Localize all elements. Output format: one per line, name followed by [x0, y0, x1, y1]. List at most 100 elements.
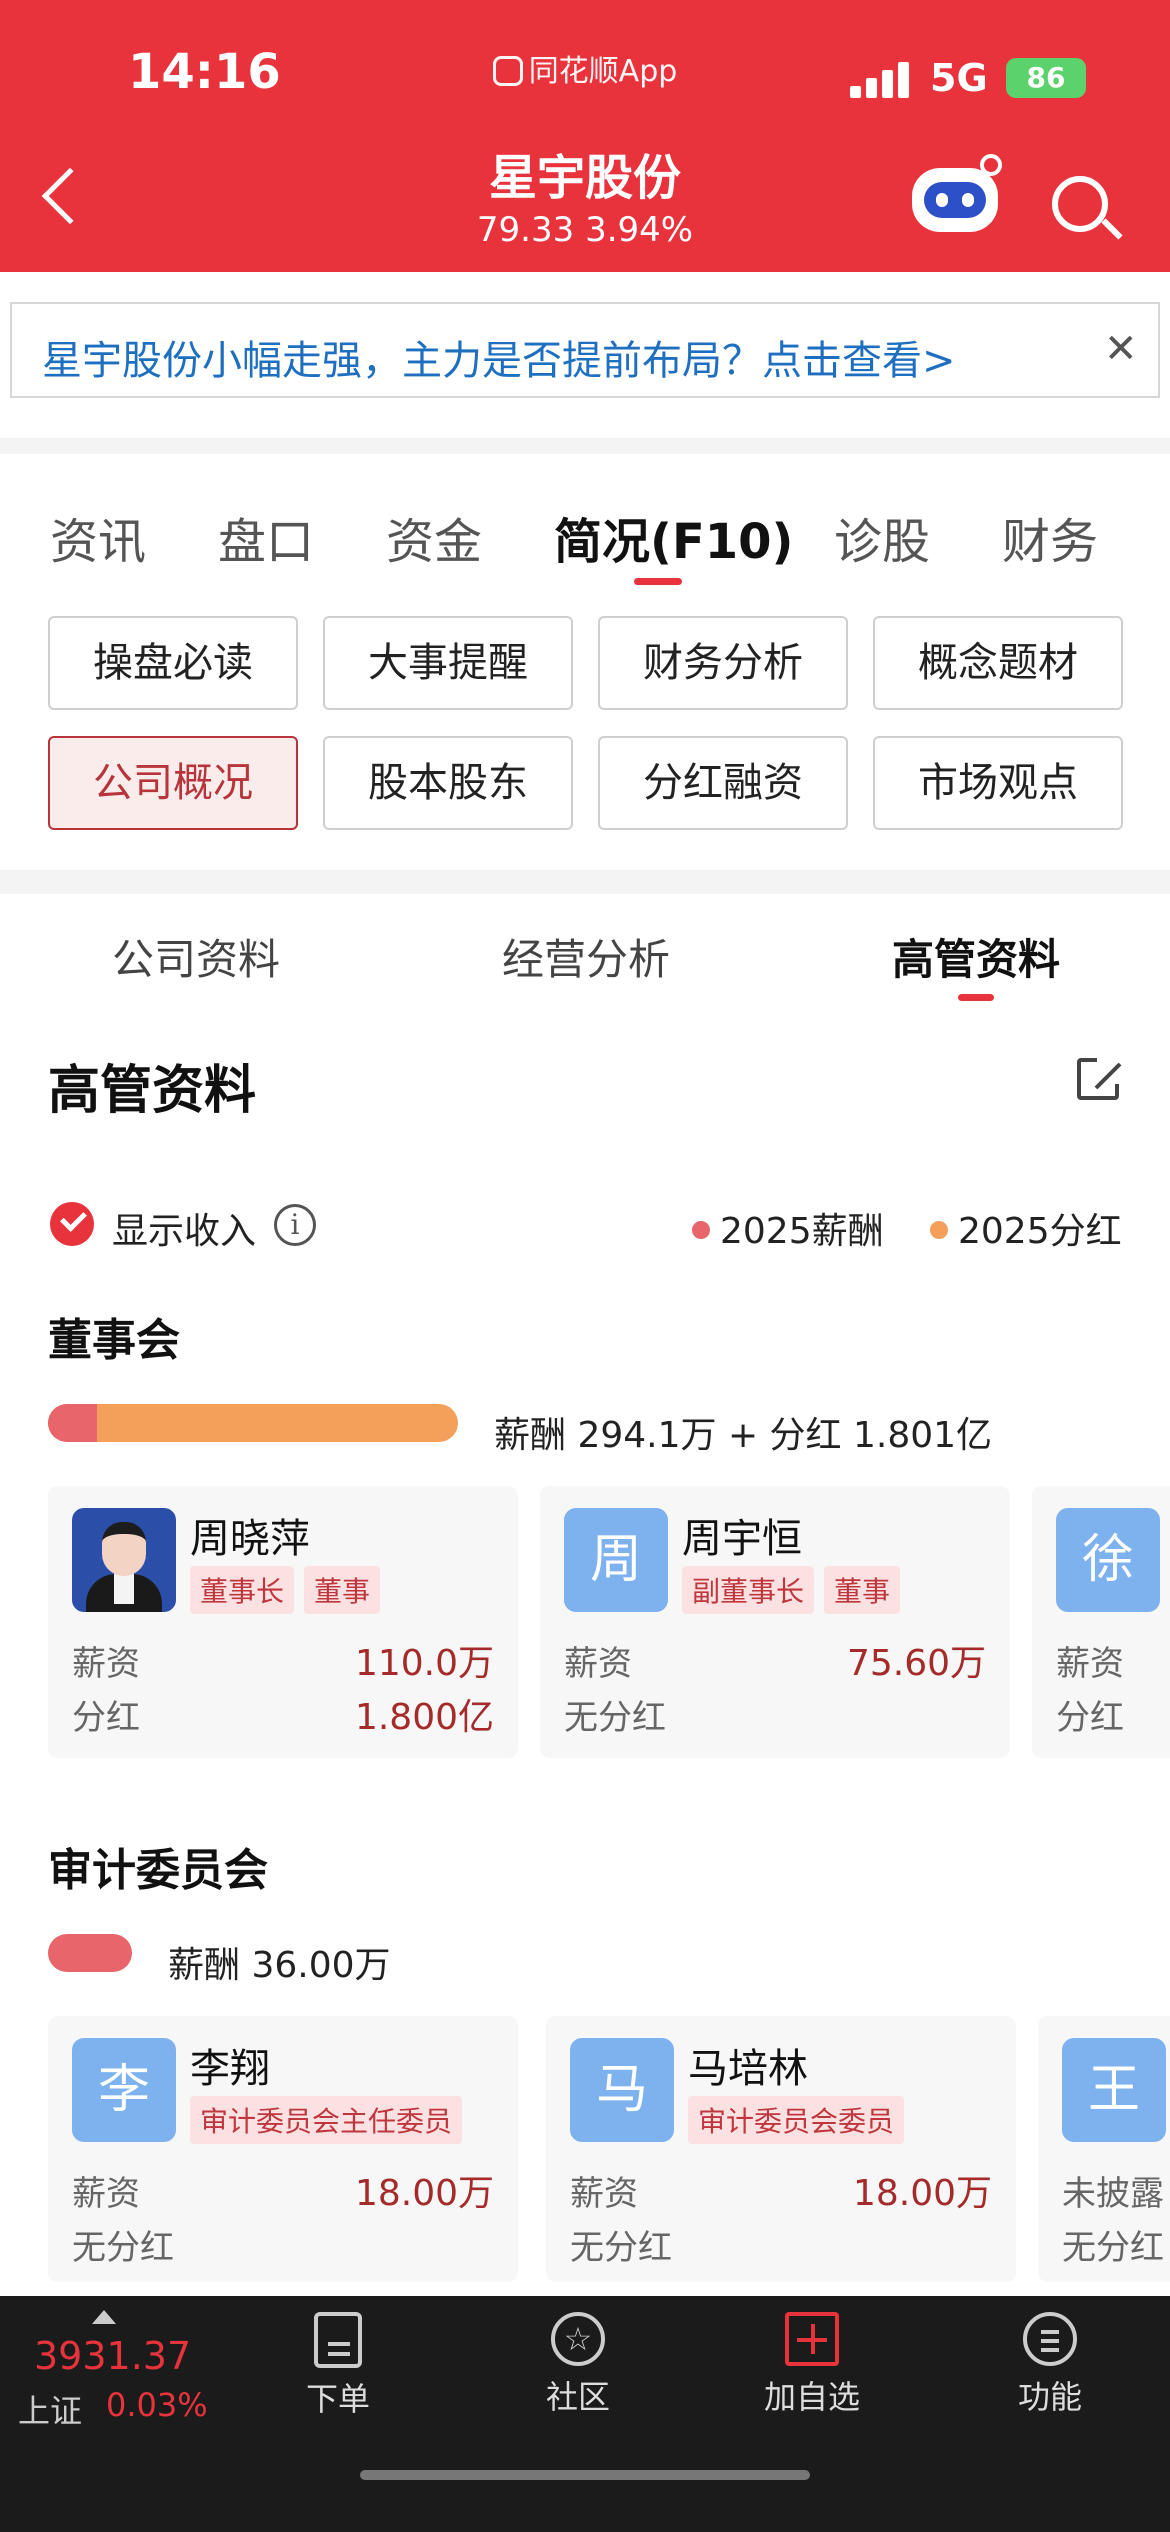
dividend-label: 分红: [72, 1698, 140, 1738]
grid-button-financial-analysis[interactable]: 财务分析: [598, 616, 848, 710]
nav-add-watchlist[interactable]: 加自选: [742, 2312, 882, 2432]
info-icon[interactable]: i: [274, 1204, 316, 1246]
nav-order[interactable]: 下单: [268, 2312, 408, 2432]
subtab-executives[interactable]: 高管资料: [892, 926, 1060, 987]
nav-community[interactable]: 社区: [508, 2312, 648, 2432]
legend-dividend: 2025分红: [930, 1202, 1122, 1254]
avatar: 徐: [1056, 1508, 1160, 1612]
role-tags: 副董事长 董事: [682, 1566, 910, 1614]
close-icon[interactable]: ✕: [1104, 326, 1138, 372]
active-tab-indicator: [634, 578, 682, 585]
salary-value: 18.00万: [852, 2173, 992, 2214]
dividend-label: 无分红: [72, 2228, 174, 2268]
nav-label: 社区: [545, 2378, 610, 2416]
main-tabs: 资讯 盘口 资金 简况(F10) 诊股 财务: [0, 438, 1170, 585]
news-banner[interactable]: 星宇股份小幅走强，主力是否提前布局？点击查看> ✕: [10, 302, 1160, 398]
executive-name: 马培林: [688, 2046, 808, 2092]
role-tag: 董事: [304, 1566, 381, 1614]
salary-segment: [48, 1404, 98, 1442]
dividend-label: 无分红: [1062, 2228, 1164, 2268]
legend-salary: 2025薪酬: [692, 1202, 884, 1254]
status-indicators: 5G 86: [850, 56, 1090, 100]
avatar: 李: [72, 2038, 176, 2142]
subtab-business-analysis[interactable]: 经营分析: [502, 926, 670, 987]
subtab-company-info[interactable]: 公司资料: [112, 926, 280, 987]
role-tags: 审计委员会主任委员: [190, 2096, 472, 2144]
salary-value: 18.00万: [354, 2173, 494, 2214]
expand-up-icon[interactable]: [92, 2310, 116, 2324]
app-screen: 14:16 同花顺App 5G 86 星宇股份 79.33 3.94% 星宇股份…: [0, 0, 1170, 2532]
tab-finance[interactable]: 财务: [1002, 502, 1098, 572]
network-type: 5G: [930, 56, 988, 100]
legend-dot: [692, 1221, 710, 1239]
role-tag: 副董事长: [682, 1566, 815, 1614]
grid-button-company-overview[interactable]: 公司概况: [48, 736, 298, 830]
show-income-label[interactable]: 显示收入: [112, 1202, 256, 1254]
role-tag: 审计委员会主任委员: [190, 2096, 463, 2144]
menu-circle-icon: [1023, 2312, 1077, 2366]
dividend-label: 无分红: [570, 2228, 672, 2268]
grid-button-must-read[interactable]: 操盘必读: [48, 616, 298, 710]
star-circle-icon: [551, 2312, 605, 2366]
executive-card[interactable]: 马 马培林 审计委员会委员 薪资 18.00万 无分红: [546, 2016, 1016, 2282]
grid-button-concepts[interactable]: 概念题材: [873, 616, 1123, 710]
search-icon[interactable]: [1052, 176, 1108, 232]
salary-label: 薪资: [564, 1644, 632, 1684]
salary-label: 薪资: [72, 2174, 140, 2214]
grid-button-market-views[interactable]: 市场观点: [873, 736, 1123, 830]
avatar: [72, 1508, 176, 1612]
document-icon: [314, 2312, 362, 2368]
avatar: 马: [570, 2038, 674, 2142]
section-title: 高管资料: [48, 1061, 257, 1121]
audit-income-summary: 薪酬 36.00万: [168, 1945, 391, 1986]
executive-card[interactable]: 李 李翔 审计委员会主任委员 薪资 18.00万 无分红: [48, 2016, 518, 2282]
divider: [0, 870, 1170, 894]
active-subtab-indicator: [958, 994, 994, 1001]
role-tag: 审计委员会委员: [688, 2096, 905, 2144]
tab-capital[interactable]: 资金: [386, 502, 482, 572]
nav-label: 功能: [1017, 2378, 1082, 2416]
legend-dot: [930, 1221, 948, 1239]
signal-icon: [850, 60, 912, 98]
tab-orderbook[interactable]: 盘口: [218, 502, 314, 572]
role-tags: 董事长 董事: [190, 1566, 390, 1614]
grid-button-events[interactable]: 大事提醒: [323, 616, 573, 710]
header: 14:16 同花顺App 5G 86 星宇股份 79.33 3.94%: [0, 0, 1170, 272]
dividend-value: 1.800亿: [354, 1697, 494, 1738]
grid-button-dividends[interactable]: 分红融资: [598, 736, 848, 830]
nav-functions[interactable]: 功能: [980, 2312, 1120, 2432]
tab-f10[interactable]: 简况(F10): [554, 502, 793, 572]
executive-name: 周晓萍: [190, 1516, 310, 1562]
avatar: 王: [1062, 2038, 1166, 2142]
executive-card[interactable]: 周晓萍 董事长 董事 薪资 110.0万 分红 1.800亿: [48, 1486, 518, 1758]
stock-price: 79.33: [476, 210, 575, 250]
executive-card[interactable]: 周 周宇恒 副董事长 董事 薪资 75.60万 无分红: [540, 1486, 1010, 1758]
dividend-label: 分红: [1056, 1698, 1124, 1738]
role-tags: 审计委员会委员: [688, 2096, 914, 2144]
role-tag: 董事长: [190, 1566, 295, 1614]
salary-label: 薪资: [1056, 1644, 1124, 1684]
assistant-robot-icon[interactable]: [912, 168, 998, 232]
executive-card[interactable]: 王 未披露 无分红: [1038, 2016, 1170, 2282]
banner-text[interactable]: 星宇股份小幅走强，主力是否提前布局？点击查看>: [42, 328, 956, 386]
index-value[interactable]: 3931.37: [34, 2334, 191, 2378]
executive-name: 李翔: [190, 2046, 270, 2092]
stock-change: 3.94%: [585, 210, 694, 250]
tab-news[interactable]: 资讯: [50, 502, 146, 572]
role-tag: 董事: [824, 1566, 901, 1614]
grid-button-shareholders[interactable]: 股本股东: [323, 736, 573, 830]
show-income-checkbox[interactable]: [50, 1202, 94, 1246]
salary-label: 未披露: [1062, 2174, 1164, 2214]
executive-card[interactable]: 徐 薪资 分红: [1032, 1486, 1170, 1758]
tab-diagnosis[interactable]: 诊股: [834, 502, 930, 572]
executive-name: 周宇恒: [682, 1516, 802, 1562]
nav-label: 加自选: [763, 2378, 860, 2416]
dividend-label: 无分红: [564, 1698, 666, 1738]
index-name[interactable]: 上证: [18, 2386, 82, 2432]
avatar: 周: [564, 1508, 668, 1612]
battery-icon: 86: [1006, 58, 1086, 98]
share-icon[interactable]: [1077, 1056, 1125, 1100]
bottom-bar: 3931.37 上证 0.03% 下单 社区 加自选 功能: [0, 2296, 1170, 2532]
index-change[interactable]: 0.03%: [106, 2386, 208, 2424]
home-indicator[interactable]: [360, 2470, 810, 2480]
